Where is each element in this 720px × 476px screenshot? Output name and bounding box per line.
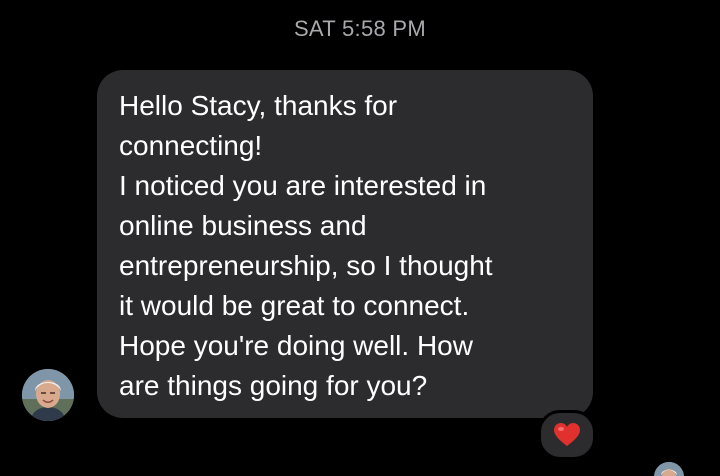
heart-reaction-icon [554,423,580,446]
message-line: are things going for you? [119,370,428,401]
message-line: online business and [119,210,367,241]
message-line: connecting! [119,130,263,161]
read-receipt-avatar [654,462,684,476]
message-line: Hope you're doing well. How [119,330,473,361]
sender-avatar[interactable] [22,369,74,421]
message-line: Hello Stacy, thanks for [119,90,398,121]
received-message-bubble[interactable]: Hello Stacy, thanks for connecting! I no… [97,70,593,418]
read-receipt-avatar-photo [654,462,684,476]
message-timestamp: SAT 5:58 PM [293,16,427,41]
heart-reaction[interactable] [538,410,596,460]
message-line: I noticed you are interested in [119,170,487,201]
message-line: entrepreneurship, so I thought [119,250,493,281]
message-line: it would be great to connect. [119,290,470,321]
sender-avatar-photo [22,369,74,421]
